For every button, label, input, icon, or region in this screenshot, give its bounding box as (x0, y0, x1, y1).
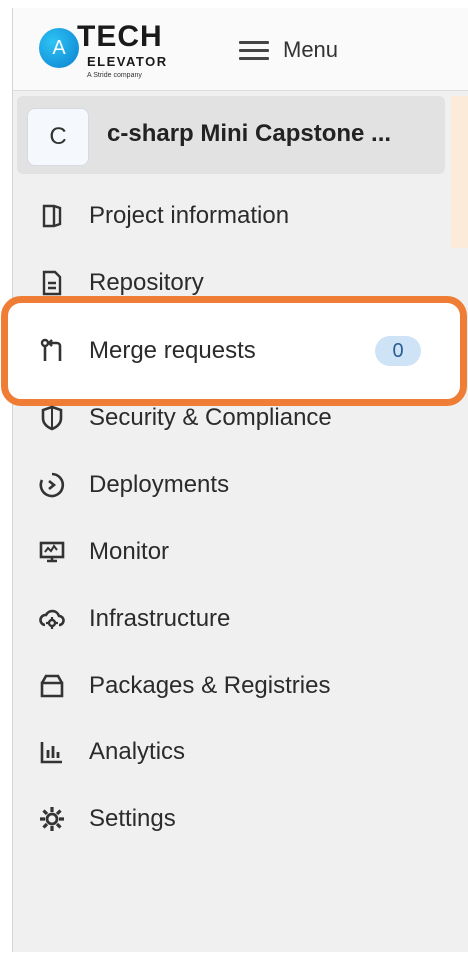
monitor-icon (37, 537, 67, 567)
tech-elevator-logo[interactable]: A TECH ELEVATOR A Stride company (39, 20, 199, 80)
merge-requests-count-badge: 0 (375, 336, 421, 366)
gear-icon (37, 804, 67, 834)
menu-label: Menu (283, 37, 339, 62)
sidebar-item-label: Merge requests (89, 337, 256, 364)
sidebar-item-label: Packages & Registries (89, 672, 331, 699)
sidebar-item-label: Analytics (89, 738, 186, 765)
sidebar-item-deployments[interactable]: Deployments (13, 455, 468, 515)
sidebar-item-label: Monitor (89, 538, 170, 565)
top-bar: A TECH ELEVATOR A Stride company Menu (13, 8, 468, 91)
sidebar-item-label: Infrastructure (89, 605, 231, 632)
sidebar-item-security-compliance[interactable]: Security & Compliance (13, 388, 468, 448)
sidebar-item-analytics[interactable]: Analytics (13, 722, 468, 782)
project-name: c-sharp Mini Capstone ... (107, 120, 392, 147)
package-icon (37, 671, 67, 701)
sidebar-item-settings[interactable]: Settings (13, 789, 468, 849)
shield-icon (37, 403, 67, 433)
sidebar-item-infrastructure[interactable]: Infrastructure (13, 589, 468, 649)
sidebar-item-merge-requests[interactable]: Merge requests 0 (13, 321, 468, 381)
sidebar-frame: A TECH ELEVATOR A Stride company Menu C … (1, 8, 468, 952)
sidebar-item-label: Settings (89, 805, 176, 832)
menu-button[interactable]: Menu (239, 32, 338, 68)
sidebar-item-monitor[interactable]: Monitor (13, 522, 468, 582)
merge-request-icon (37, 336, 67, 366)
logo-tagline: A Stride company (87, 72, 142, 79)
repository-icon (37, 268, 67, 298)
logo-letter: A (52, 37, 66, 59)
analytics-icon (37, 737, 67, 767)
sidebar-item-label: Deployments (89, 471, 230, 498)
sidebar-item-label: Security & Compliance (89, 404, 332, 431)
deployments-icon (37, 470, 67, 500)
project-information-icon (37, 201, 67, 231)
project-context-header[interactable]: C c-sharp Mini Capstone ... (17, 96, 445, 174)
sidebar-item-packages-registries[interactable]: Packages & Registries (13, 656, 468, 716)
project-avatar: C (27, 108, 89, 166)
sidebar-item-label: Project information (89, 202, 290, 229)
hamburger-icon (239, 40, 269, 60)
sidebar-item-project-information[interactable]: Project information (13, 186, 468, 246)
logo-text-elevator: ELEVATOR (87, 54, 168, 69)
sidebar-item-repository[interactable]: Repository (13, 253, 468, 313)
logo-text-tech: TECH (77, 20, 163, 53)
sidebar-item-label: Repository (89, 269, 204, 296)
cloud-gear-icon (37, 604, 67, 634)
